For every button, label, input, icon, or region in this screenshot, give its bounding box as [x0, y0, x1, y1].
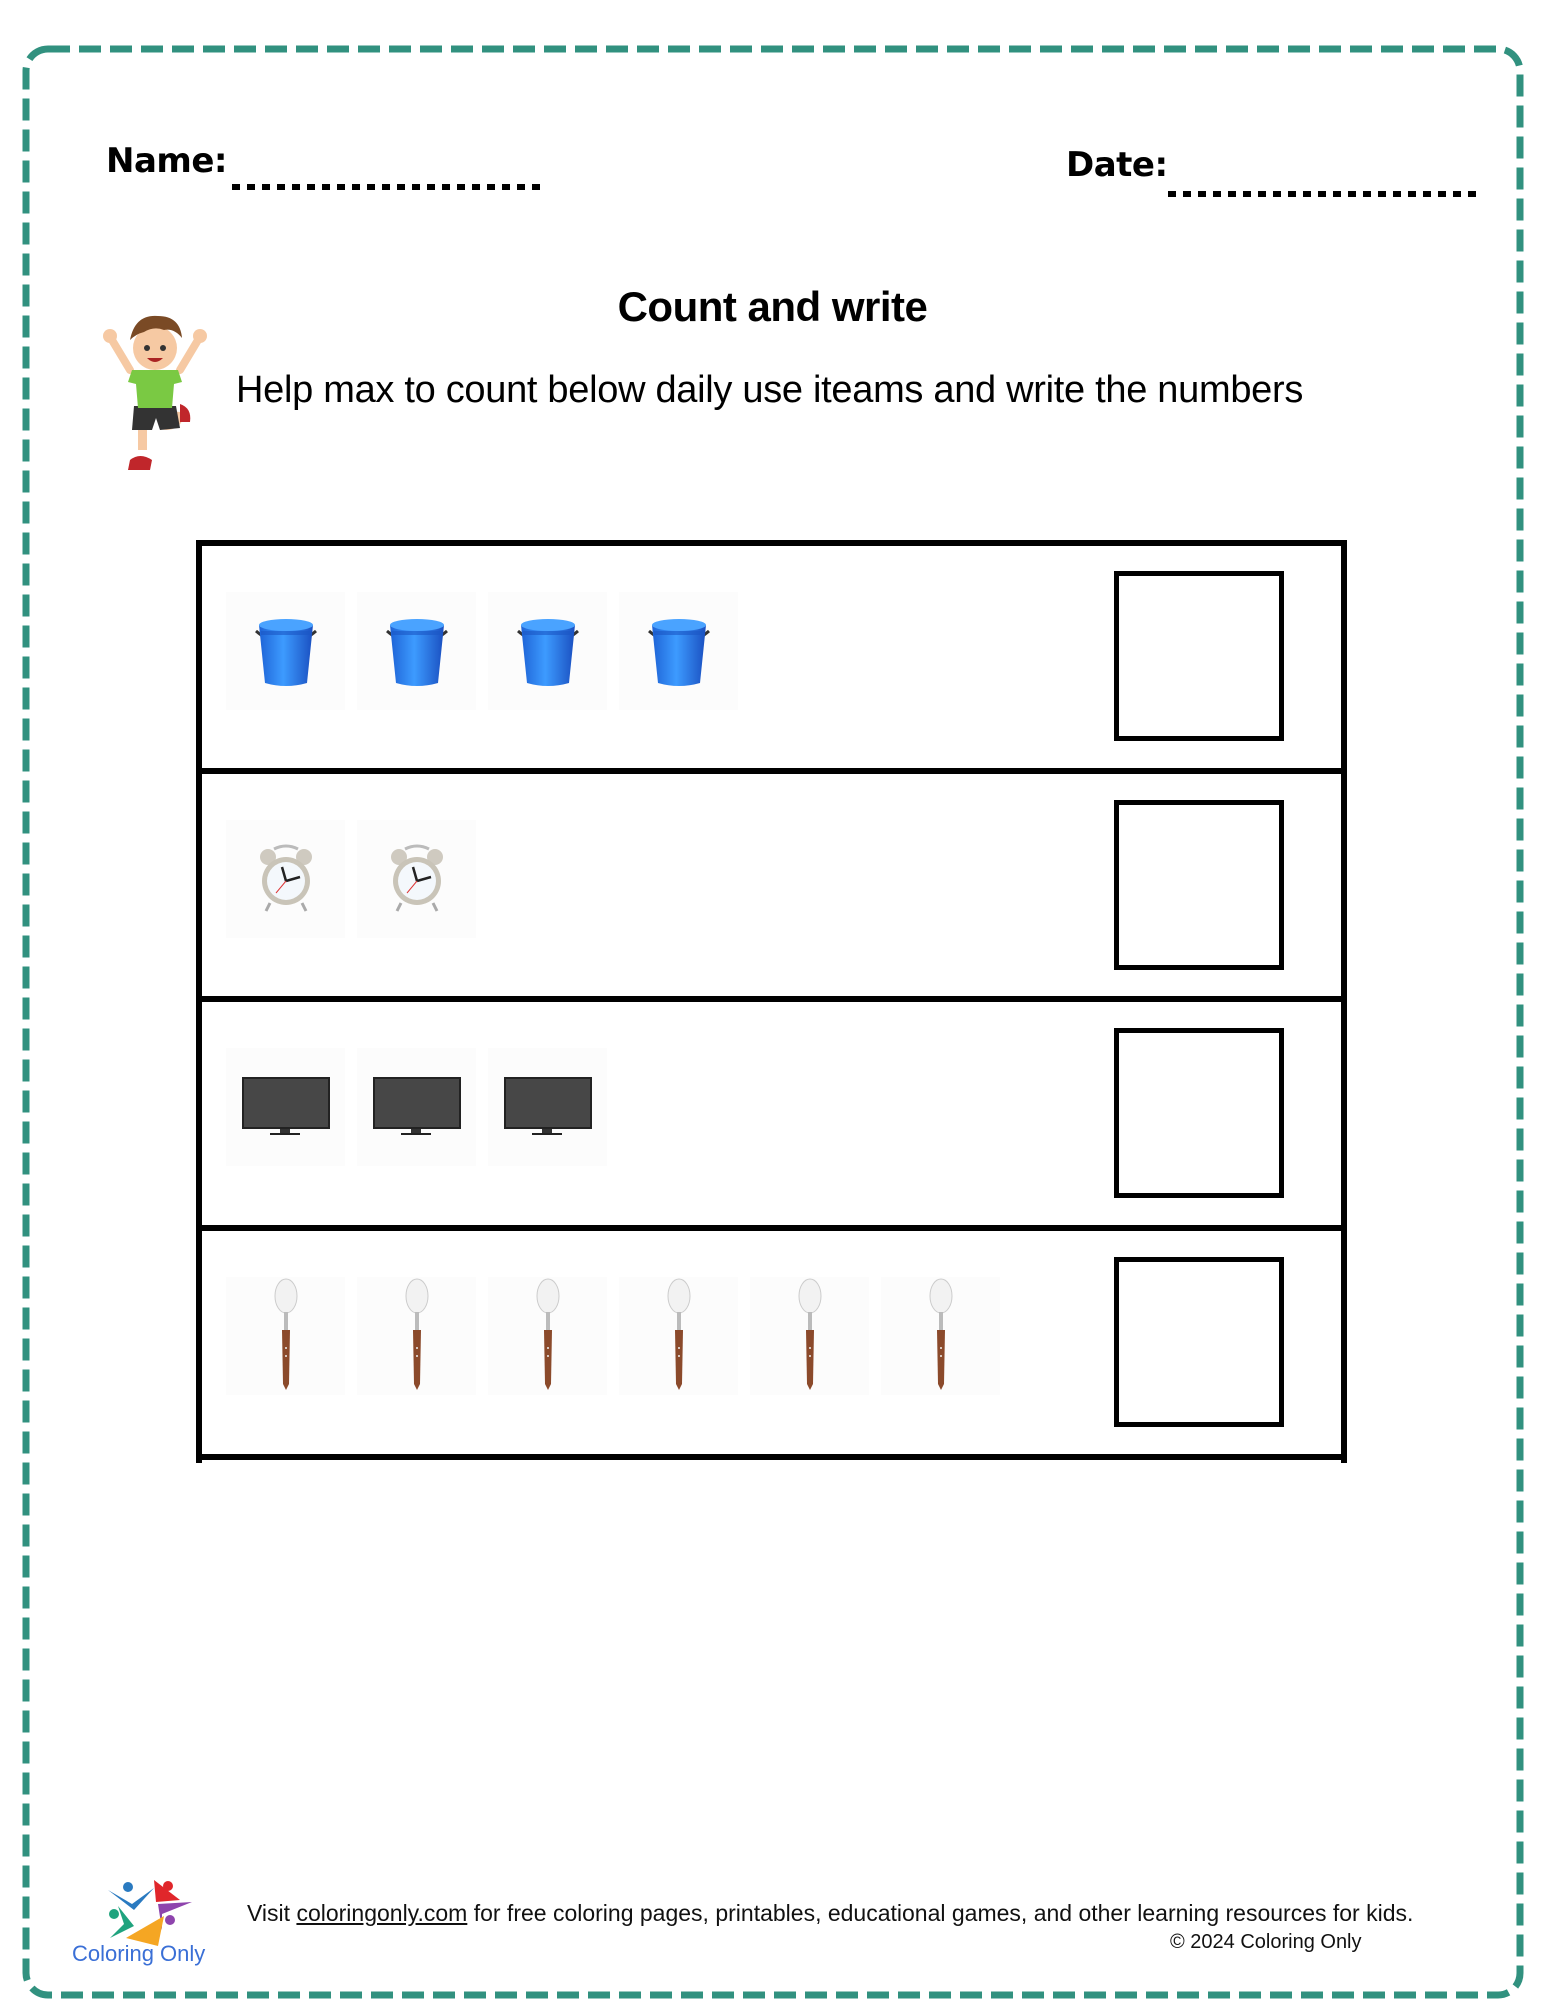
worksheet-title: Count and write — [617, 283, 928, 330]
item-tile — [488, 1277, 607, 1395]
table-row-buckets — [196, 543, 1347, 771]
answer-box-clocks[interactable] — [1114, 800, 1284, 970]
monitor-icon — [241, 1075, 330, 1140]
item-tile — [881, 1277, 1000, 1395]
coloringonly-link[interactable]: coloringonly.com — [296, 1900, 467, 1926]
spoon-icon — [271, 1278, 301, 1395]
bucket-icon — [251, 609, 321, 694]
bucket-icon — [644, 609, 714, 694]
answer-box-spoons[interactable] — [1114, 1257, 1284, 1427]
spoon-icon — [664, 1278, 694, 1395]
spoon-icon — [795, 1278, 825, 1395]
item-tile — [226, 820, 345, 938]
item-tile — [357, 1048, 476, 1166]
table-row-spoons — [196, 1228, 1347, 1456]
answer-box-buckets[interactable] — [1114, 571, 1284, 741]
answer-box-monitors[interactable] — [1114, 1028, 1284, 1198]
item-tile — [619, 592, 738, 710]
table-row-monitors — [196, 999, 1347, 1227]
date-label: Date: — [1066, 145, 1168, 185]
date-input-line[interactable] — [1168, 191, 1476, 197]
instruction-text: Help max to count below daily use iteams… — [236, 369, 1304, 411]
spoon-icon — [926, 1278, 956, 1395]
spoon-icon — [533, 1278, 563, 1395]
monitor-icon — [503, 1075, 592, 1140]
item-tile — [750, 1277, 869, 1395]
item-tile — [488, 1048, 607, 1166]
alarm-clock-icon — [387, 841, 447, 918]
counting-table — [196, 540, 1347, 1463]
table-row-clocks — [196, 771, 1347, 999]
item-tile — [226, 1277, 345, 1395]
item-tile — [357, 592, 476, 710]
name-label: Name: — [106, 141, 227, 181]
item-tile — [226, 1048, 345, 1166]
item-tile — [357, 820, 476, 938]
boy-character-illustration — [103, 315, 207, 470]
spoon-icon — [402, 1278, 432, 1395]
bucket-icon — [513, 609, 583, 694]
monitor-icon — [372, 1075, 461, 1140]
footer-visit-suffix: for free coloring pages, printables, edu… — [467, 1900, 1414, 1926]
name-input-line[interactable] — [232, 184, 542, 190]
footer-visit-prefix: Visit — [247, 1900, 297, 1926]
item-tile — [357, 1277, 476, 1395]
item-tile — [619, 1277, 738, 1395]
item-tile — [226, 592, 345, 710]
logo-text: Coloring Only — [72, 1941, 206, 1966]
footer-text: Visit coloringonly.com for free coloring… — [247, 1898, 1427, 1929]
bucket-icon — [382, 609, 452, 694]
item-tile — [488, 592, 607, 710]
alarm-clock-icon — [256, 841, 316, 918]
copyright-text: © 2024 Coloring Only — [1170, 1931, 1362, 1953]
